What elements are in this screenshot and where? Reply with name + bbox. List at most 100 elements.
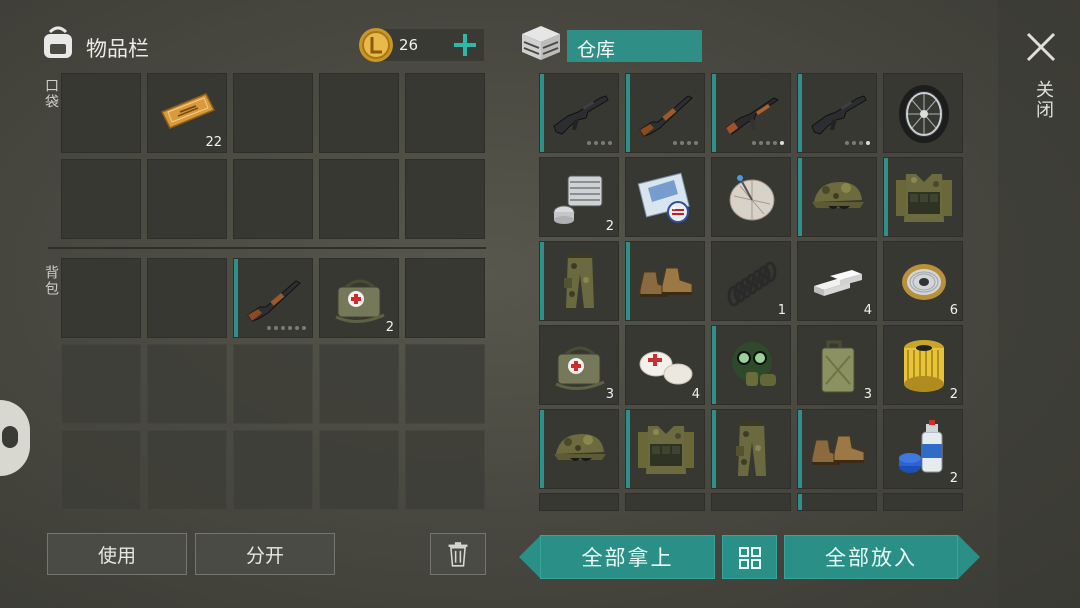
take-all-arrow <box>519 535 541 579</box>
storage-slot-5[interactable] <box>883 73 963 153</box>
oil-filter-icon <box>892 334 956 398</box>
take-all-button[interactable]: 全部拿上 <box>540 535 715 579</box>
storage-slot-partial[interactable] <box>711 493 791 511</box>
item-count: 6 <box>949 303 958 318</box>
item-count: 4 <box>691 387 700 402</box>
add-coins-button[interactable] <box>450 30 480 60</box>
locked-slot <box>233 430 313 510</box>
storage-slot-25[interactable]: 2 <box>883 409 963 489</box>
storage-slot-2[interactable] <box>625 73 705 153</box>
pocket-slot-3[interactable] <box>233 73 313 153</box>
backpack-icon <box>38 22 78 62</box>
locked-slot <box>319 344 399 424</box>
gas-mask-icon <box>720 334 784 398</box>
storage-slot-6[interactable]: 2 <box>539 157 619 237</box>
trash-icon <box>448 542 468 567</box>
item-count: 4 <box>863 303 872 318</box>
pocket-slot-4[interactable] <box>319 73 399 153</box>
storage-slot-24[interactable] <box>797 409 877 489</box>
backpack-slot-5[interactable] <box>405 258 485 338</box>
wheel-icon <box>892 82 956 146</box>
item-count: 3 <box>863 387 872 402</box>
sort-button[interactable] <box>722 535 777 579</box>
medkit-bag-icon <box>328 267 392 331</box>
storage-slot-1[interactable] <box>539 73 619 153</box>
storage-slot-22[interactable] <box>625 409 705 489</box>
item-count: 2 <box>605 219 614 234</box>
storage-slot-partial[interactable] <box>797 493 877 511</box>
use-button[interactable]: 使用 <box>47 533 187 575</box>
close-button[interactable] <box>1024 30 1058 64</box>
storage-slot-19[interactable]: 3 <box>797 325 877 405</box>
camo-cap-icon <box>548 418 612 482</box>
trash-button[interactable] <box>430 533 486 575</box>
pocket-slot-2[interactable]: 22 <box>147 73 227 153</box>
camo-cap-icon <box>806 166 870 230</box>
pocket-slot-9[interactable] <box>319 159 399 239</box>
storage-slot-partial[interactable] <box>883 493 963 511</box>
storage-slot-20[interactable]: 2 <box>883 325 963 405</box>
storage-slot-7[interactable] <box>625 157 705 237</box>
storage-slot-14[interactable]: 4 <box>797 241 877 321</box>
storage-slot-4[interactable] <box>797 73 877 153</box>
locked-slot <box>233 344 313 424</box>
camo-pants-icon <box>548 250 612 314</box>
avatar[interactable] <box>0 400 30 476</box>
inventory-title: 物品栏 <box>86 37 149 61</box>
split-button[interactable]: 分开 <box>195 533 335 575</box>
plus-icon <box>454 34 476 56</box>
storage-slot-8[interactable] <box>711 157 791 237</box>
engine-cylinder-icon <box>548 166 612 230</box>
storage-slot-15[interactable]: 6 <box>883 241 963 321</box>
storage-slot-3[interactable] <box>711 73 791 153</box>
ak47-rifle-icon <box>720 82 784 146</box>
storage-slot-23[interactable] <box>711 409 791 489</box>
pocket-slot-6[interactable] <box>61 159 141 239</box>
storage-slot-13[interactable]: 1 <box>711 241 791 321</box>
item-count: 22 <box>205 135 222 150</box>
item-count: 1 <box>777 303 786 318</box>
pocket-slot-1[interactable] <box>61 73 141 153</box>
durability-dots <box>845 141 870 145</box>
pocket-slot-10[interactable] <box>405 159 485 239</box>
metal-bars-icon <box>806 250 870 314</box>
jerrycan-icon <box>806 334 870 398</box>
camo-vest-icon <box>634 418 698 482</box>
camo-vest-icon <box>892 166 956 230</box>
storage-slot-17[interactable]: 4 <box>625 325 705 405</box>
storage-slot-21[interactable] <box>539 409 619 489</box>
m16-rifle-icon <box>548 82 612 146</box>
pocket-slot-8[interactable] <box>233 159 313 239</box>
close-icon <box>1026 32 1056 62</box>
backpack-slot-3[interactable] <box>233 258 313 338</box>
item-count: 2 <box>949 471 958 486</box>
backpack-slot-1[interactable] <box>61 258 141 338</box>
storage-slot-18[interactable] <box>711 325 791 405</box>
durability-dots <box>673 141 698 145</box>
spring-icon <box>720 250 784 314</box>
backpack-slot-2[interactable] <box>147 258 227 338</box>
boots-icon <box>806 418 870 482</box>
storage-slot-10[interactable] <box>883 157 963 237</box>
medkit-bag-icon <box>548 334 612 398</box>
close-label[interactable]: 关闭 <box>1030 80 1056 120</box>
storage-slot-partial[interactable] <box>625 493 705 511</box>
boots-icon <box>634 250 698 314</box>
locked-slot <box>147 344 227 424</box>
pocket-slot-7[interactable] <box>147 159 227 239</box>
storage-slot-partial[interactable] <box>539 493 619 511</box>
avatar-face <box>2 426 18 448</box>
pocket-label: 口袋 <box>43 78 59 110</box>
locked-slot <box>147 430 227 510</box>
storage-slot-9[interactable] <box>797 157 877 237</box>
pocket-slot-5[interactable] <box>405 73 485 153</box>
storage-slot-12[interactable] <box>625 241 705 321</box>
shotgun-icon <box>242 267 306 331</box>
storage-slot-16[interactable]: 3 <box>539 325 619 405</box>
pump-shotgun-icon <box>634 82 698 146</box>
storage-slot-11[interactable] <box>539 241 619 321</box>
put-all-button[interactable]: 全部放入 <box>784 535 958 579</box>
durability-dots <box>752 141 784 145</box>
backpack-slot-4[interactable]: 2 <box>319 258 399 338</box>
spray-paint-icon <box>892 418 956 482</box>
